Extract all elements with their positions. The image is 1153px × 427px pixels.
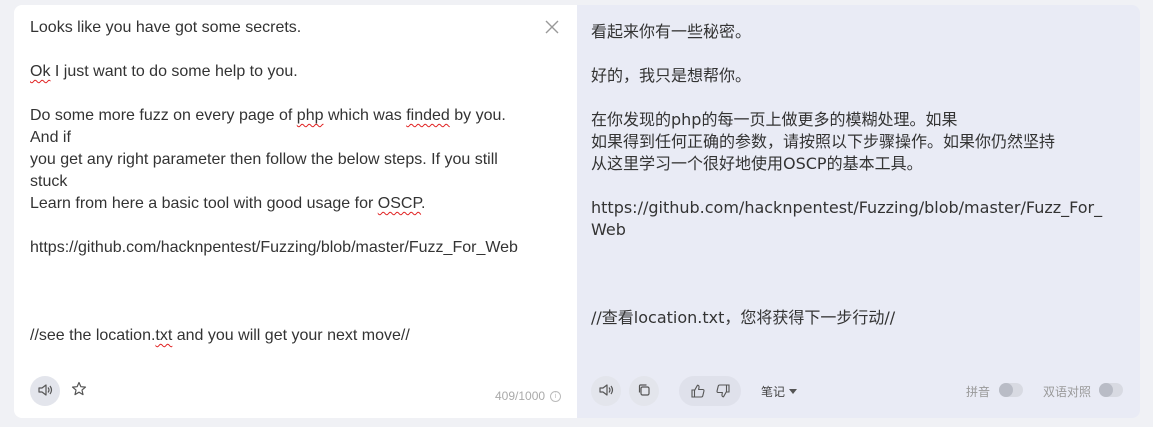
source-text-segment: Learn from here a basic tool with good u… bbox=[30, 195, 378, 212]
spellcheck-word: txt bbox=[155, 327, 173, 344]
source-line: you get any right parameter then follow … bbox=[30, 149, 530, 193]
source-text-segment: Looks like you have got some secrets. bbox=[30, 19, 302, 36]
source-line: //see the location.txt and you will get … bbox=[30, 325, 530, 347]
source-line: Ok I just want to do some help to you. bbox=[30, 61, 530, 83]
spellcheck-word: php bbox=[296, 107, 324, 124]
character-counter: 409/1000 i bbox=[495, 389, 562, 403]
source-text-segment: //see the location. bbox=[30, 327, 156, 344]
source-text-segment: and you will get your next move// bbox=[172, 327, 410, 344]
chevron-down-icon bbox=[789, 389, 798, 394]
copy-button[interactable] bbox=[629, 376, 659, 406]
source-line bbox=[30, 281, 530, 303]
source-line: Looks like you have got some secrets. bbox=[30, 17, 530, 39]
translation-text: 看起来你有一些秘密。 好的，我只是想帮你。在你发现的php的每一页上做更多的模糊处… bbox=[591, 21, 1111, 329]
spellcheck-word: finded bbox=[406, 107, 450, 124]
bilingual-label: 双语对照 bbox=[1043, 385, 1092, 399]
source-line bbox=[30, 215, 530, 237]
spellcheck-word: Ok bbox=[30, 63, 51, 80]
translation-line bbox=[591, 285, 1111, 307]
source-speaker-button[interactable] bbox=[30, 376, 60, 406]
translation-line: 在你发现的php的每一页上做更多的模糊处理。如果 bbox=[591, 110, 958, 129]
source-text-segment: https://github.com/hacknpentest/Fuzzing/… bbox=[30, 239, 518, 256]
translation-line: 好的，我只是想帮你。 bbox=[591, 66, 752, 85]
source-panel: Looks like you have got some secrets. Ok … bbox=[14, 5, 577, 418]
pinyin-label: 拼音 bbox=[966, 385, 991, 399]
translation-line bbox=[591, 87, 1111, 109]
source-text-segment: which was bbox=[323, 107, 407, 124]
source-text-segment: you get any right parameter then follow … bbox=[30, 151, 503, 190]
translation-line: 从这里学习一个很好地使用OSCP的基本工具。 bbox=[591, 154, 923, 173]
source-line bbox=[30, 259, 530, 281]
copy-icon bbox=[637, 382, 651, 401]
close-icon[interactable] bbox=[543, 18, 561, 36]
source-line bbox=[30, 83, 530, 105]
translation-line bbox=[591, 241, 1111, 263]
translation-panel: 看起来你有一些秘密。 好的，我只是想帮你。在你发现的php的每一页上做更多的模糊处… bbox=[577, 5, 1140, 418]
translation-line: 看起来你有一些秘密。 bbox=[591, 22, 752, 41]
info-icon[interactable]: i bbox=[550, 390, 562, 402]
bilingual-toggle[interactable] bbox=[1099, 383, 1123, 397]
translation-line: //查看location.txt，您将获得下一步行动// bbox=[591, 308, 896, 327]
source-text-segment: I just want to do some help to you. bbox=[50, 63, 298, 80]
thumbs-down-icon[interactable] bbox=[715, 383, 731, 399]
feedback-group bbox=[679, 376, 741, 406]
speaker-icon bbox=[37, 382, 53, 401]
translation-line bbox=[591, 175, 1111, 197]
translation-line bbox=[591, 263, 1111, 285]
favorite-button[interactable] bbox=[68, 380, 90, 402]
translation-line bbox=[591, 43, 1111, 65]
thumbs-up-icon[interactable] bbox=[690, 383, 706, 399]
pinyin-toggle[interactable] bbox=[999, 383, 1023, 397]
notes-dropdown[interactable]: 笔记 bbox=[761, 383, 798, 400]
translation-line: 如果得到任何正确的参数，请按照以下步骤操作。如果你仍然坚持 bbox=[591, 132, 1056, 151]
notes-label: 笔记 bbox=[761, 385, 786, 399]
source-line bbox=[30, 39, 530, 61]
translation-speaker-button[interactable] bbox=[591, 376, 621, 406]
character-count: 409/1000 bbox=[495, 389, 546, 403]
speaker-icon bbox=[598, 382, 614, 401]
translation-line: https://github.com/hacknpentest/Fuzzing/… bbox=[591, 198, 1103, 239]
source-line bbox=[30, 303, 530, 325]
star-icon bbox=[71, 381, 87, 401]
spellcheck-word: OSCP bbox=[377, 195, 422, 212]
source-line: Learn from here a basic tool with good u… bbox=[30, 193, 530, 215]
source-line: https://github.com/hacknpentest/Fuzzing/… bbox=[30, 237, 530, 259]
source-text-segment: Do some more fuzz on every page of bbox=[30, 107, 297, 124]
source-text-segment: . bbox=[421, 195, 426, 212]
source-line: Do some more fuzz on every page of php w… bbox=[30, 105, 530, 149]
source-text-area[interactable]: Looks like you have got some secrets. Ok … bbox=[30, 17, 530, 347]
